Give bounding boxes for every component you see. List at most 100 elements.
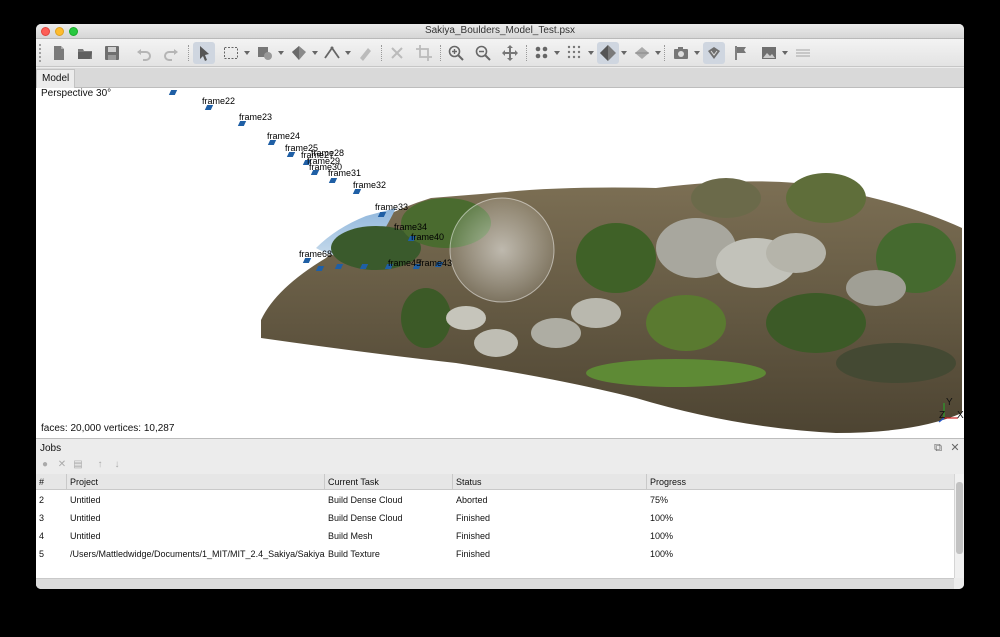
flag-icon[interactable] <box>730 42 752 64</box>
job-progress: 100% <box>650 513 674 523</box>
undock-panel-icon[interactable]: ⧉ <box>932 442 944 454</box>
frame-label: frame31 <box>328 168 362 178</box>
chevron-down-icon[interactable] <box>782 51 788 55</box>
job-project: /Users/Mattledwidge/Documents/1_MIT/MIT_… <box>70 549 325 559</box>
start-job-icon[interactable]: ● <box>39 459 51 471</box>
table-row[interactable]: 5 /Users/Mattledwidge/Documents/1_MIT/MI… <box>36 545 954 563</box>
frame-label: frame68 <box>299 249 333 259</box>
region-tool-icon[interactable] <box>288 42 310 64</box>
shaded-model-icon[interactable] <box>597 42 619 64</box>
jobs-panel: Jobs ⧉ ✕ ● ✕ ▤ ↑ ↓ # Project Current Tas… <box>36 438 964 589</box>
toolbar-separator <box>440 45 441 61</box>
toolbar-separator <box>188 45 189 61</box>
axis-x-label: X <box>957 410 964 421</box>
frame-label: frame43 <box>419 258 453 268</box>
zoom-out-icon[interactable] <box>472 42 494 64</box>
shape-tool-icon[interactable] <box>254 42 276 64</box>
chevron-down-icon[interactable] <box>278 51 284 55</box>
redo-icon[interactable] <box>160 42 182 64</box>
delete-x-icon[interactable] <box>386 42 408 64</box>
frame-label: frame24 <box>267 131 301 141</box>
zoom-in-icon[interactable] <box>445 42 467 64</box>
move-arrows-icon[interactable] <box>499 42 521 64</box>
chevron-down-icon[interactable] <box>244 51 250 55</box>
window-title: Sakiya_Boulders_Model_Test.psx <box>424 25 576 36</box>
frame-label: frame22 <box>202 96 236 106</box>
job-task: Build Texture <box>328 549 380 559</box>
frame-label: frame33 <box>375 202 409 212</box>
frame-label: frame45 <box>388 258 422 268</box>
chevron-down-icon[interactable] <box>655 51 661 55</box>
toolbar-separator <box>526 45 527 61</box>
open-folder-icon[interactable] <box>74 42 96 64</box>
toolbar-grip[interactable] <box>39 44 42 62</box>
job-project: Untitled <box>70 531 101 541</box>
jobs-panel-title: Jobs <box>40 443 62 454</box>
job-task: Build Mesh <box>328 531 373 541</box>
job-progress: 100% <box>650 549 674 559</box>
table-header: # Project Current Task Status Progress <box>36 474 954 490</box>
ruler-angle-icon[interactable] <box>321 42 343 64</box>
point-cloud-icon[interactable] <box>531 42 553 64</box>
column-header[interactable]: Current Task <box>325 474 453 490</box>
jobs-toolbar: ● ✕ ▤ ↑ ↓ <box>36 457 964 473</box>
table-row[interactable]: 2 Untitled Build Dense Cloud Aborted 75% <box>36 491 954 509</box>
navigation-cursor-icon[interactable] <box>193 42 215 64</box>
job-task: Build Dense Cloud <box>328 495 403 505</box>
toolbar-separator <box>664 45 665 61</box>
trash-icon[interactable]: ▤ <box>72 459 84 471</box>
rectangle-selection-icon[interactable] <box>220 42 242 64</box>
column-header[interactable]: # <box>36 474 67 490</box>
job-number: 2 <box>39 495 45 505</box>
table-row[interactable]: 3 Untitled Build Dense Cloud Finished 10… <box>36 509 954 527</box>
markers-icon[interactable] <box>703 42 725 64</box>
table-row[interactable]: 4 Untitled Build Mesh Finished 100% <box>36 527 954 545</box>
move-down-icon[interactable]: ↓ <box>111 459 123 471</box>
save-icon[interactable] <box>101 42 123 64</box>
jobs-horizontal-scrollbar[interactable] <box>36 578 954 589</box>
chevron-down-icon[interactable] <box>588 51 594 55</box>
column-header[interactable]: Progress <box>647 474 954 490</box>
camera-icon[interactable] <box>670 42 692 64</box>
new-document-icon[interactable] <box>48 42 70 64</box>
close-panel-icon[interactable]: ✕ <box>949 442 961 454</box>
job-status: Finished <box>456 531 491 541</box>
chevron-down-icon[interactable] <box>621 51 627 55</box>
job-project: Untitled <box>70 495 101 505</box>
job-status: Aborted <box>456 495 488 505</box>
job-number: 5 <box>39 549 45 559</box>
crop-icon[interactable] <box>413 42 435 64</box>
tab-bar: Model <box>36 68 964 88</box>
job-status: Finished <box>456 549 491 559</box>
dense-cloud-icon[interactable] <box>564 42 586 64</box>
chevron-down-icon[interactable] <box>554 51 560 55</box>
app-window: Sakiya_Boulders_Model_Test.psx Model Per… <box>36 24 964 589</box>
mesh-stats: faces: 20,000 vertices: 10,287 <box>41 423 175 434</box>
scrollbar-thumb[interactable] <box>956 482 963 554</box>
toolbar-separator <box>381 45 382 61</box>
chevron-down-icon[interactable] <box>312 51 318 55</box>
frame-label: frame32 <box>353 180 387 190</box>
move-up-icon[interactable]: ↑ <box>94 459 106 471</box>
tiled-model-icon[interactable] <box>631 42 653 64</box>
main-toolbar <box>36 39 964 67</box>
frame-label: frame34 <box>394 222 428 232</box>
eraser-icon[interactable] <box>354 42 376 64</box>
cancel-job-icon[interactable]: ✕ <box>56 459 68 471</box>
model-viewport[interactable]: Perspective 30° faces: 20,000 vertices: … <box>36 88 964 438</box>
layers-icon[interactable] <box>792 42 814 64</box>
jobs-table: # Project Current Task Status Progress 2… <box>36 474 954 578</box>
frame-label: frame40 <box>411 232 445 242</box>
jobs-vertical-scrollbar[interactable] <box>954 474 964 578</box>
chevron-down-icon[interactable] <box>694 51 700 55</box>
image-icon[interactable] <box>758 42 780 64</box>
column-header[interactable]: Status <box>453 474 647 490</box>
chevron-down-icon[interactable] <box>345 51 351 55</box>
frame-label: frame23 <box>239 112 273 122</box>
tab-model[interactable]: Model <box>36 69 76 88</box>
column-header[interactable]: Project <box>67 474 325 490</box>
job-progress: 75% <box>650 495 669 505</box>
undo-icon[interactable] <box>133 42 155 64</box>
job-number: 3 <box>39 513 45 523</box>
perspective-label: Perspective 30° <box>41 88 112 99</box>
